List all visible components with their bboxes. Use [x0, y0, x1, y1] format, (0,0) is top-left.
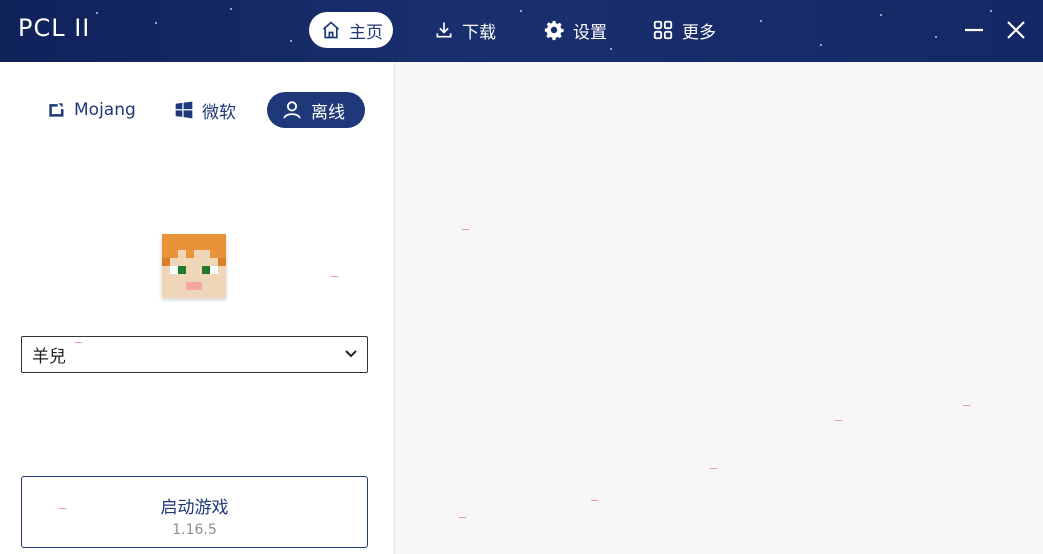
tab-microsoft-label: 微软 — [202, 102, 236, 123]
account-select-value: 羊兒 — [32, 347, 66, 367]
app-title: PCL II — [18, 14, 91, 42]
title-bar: PCL II 主页 下载 设置 更多 — [0, 0, 1043, 62]
nav-label-home: 主页 — [349, 22, 383, 43]
nav-download[interactable]: 下载 — [422, 12, 506, 48]
nav-more[interactable]: 更多 — [640, 12, 726, 48]
tab-offline[interactable]: 离线 — [267, 92, 365, 128]
chevron-down-icon — [345, 350, 357, 358]
nav-label-more: 更多 — [682, 22, 716, 43]
tab-microsoft[interactable]: 微软 — [160, 92, 250, 128]
nav-home[interactable]: 主页 — [309, 12, 393, 48]
left-panel: Mojang 微软 离线 羊兒 启动游戏 1.16.5 — [0, 62, 395, 554]
nav-settings[interactable]: 设置 — [531, 12, 617, 48]
tab-mojang-label: Mojang — [74, 100, 136, 120]
avatar — [162, 234, 226, 298]
tab-mojang[interactable]: Mojang — [32, 92, 150, 128]
minimize-icon[interactable] — [962, 18, 986, 42]
nav-label-download: 下载 — [462, 22, 496, 43]
gear-icon — [544, 20, 564, 41]
launch-button[interactable]: 启动游戏 1.16.5 — [21, 476, 368, 548]
download-icon — [436, 22, 452, 38]
account-select[interactable]: 羊兒 — [21, 336, 368, 373]
launch-version: 1.16.5 — [172, 522, 217, 538]
nav-label-settings: 设置 — [573, 22, 607, 43]
close-icon[interactable] — [1004, 18, 1028, 42]
home-icon — [322, 21, 340, 39]
user-icon — [283, 101, 301, 119]
main-content-area — [395, 62, 1043, 554]
windows-icon — [175, 101, 193, 119]
mojang-icon — [49, 103, 64, 117]
tab-offline-label: 离线 — [311, 102, 345, 123]
grid-icon — [653, 20, 673, 40]
launch-label: 启动游戏 — [160, 498, 229, 518]
